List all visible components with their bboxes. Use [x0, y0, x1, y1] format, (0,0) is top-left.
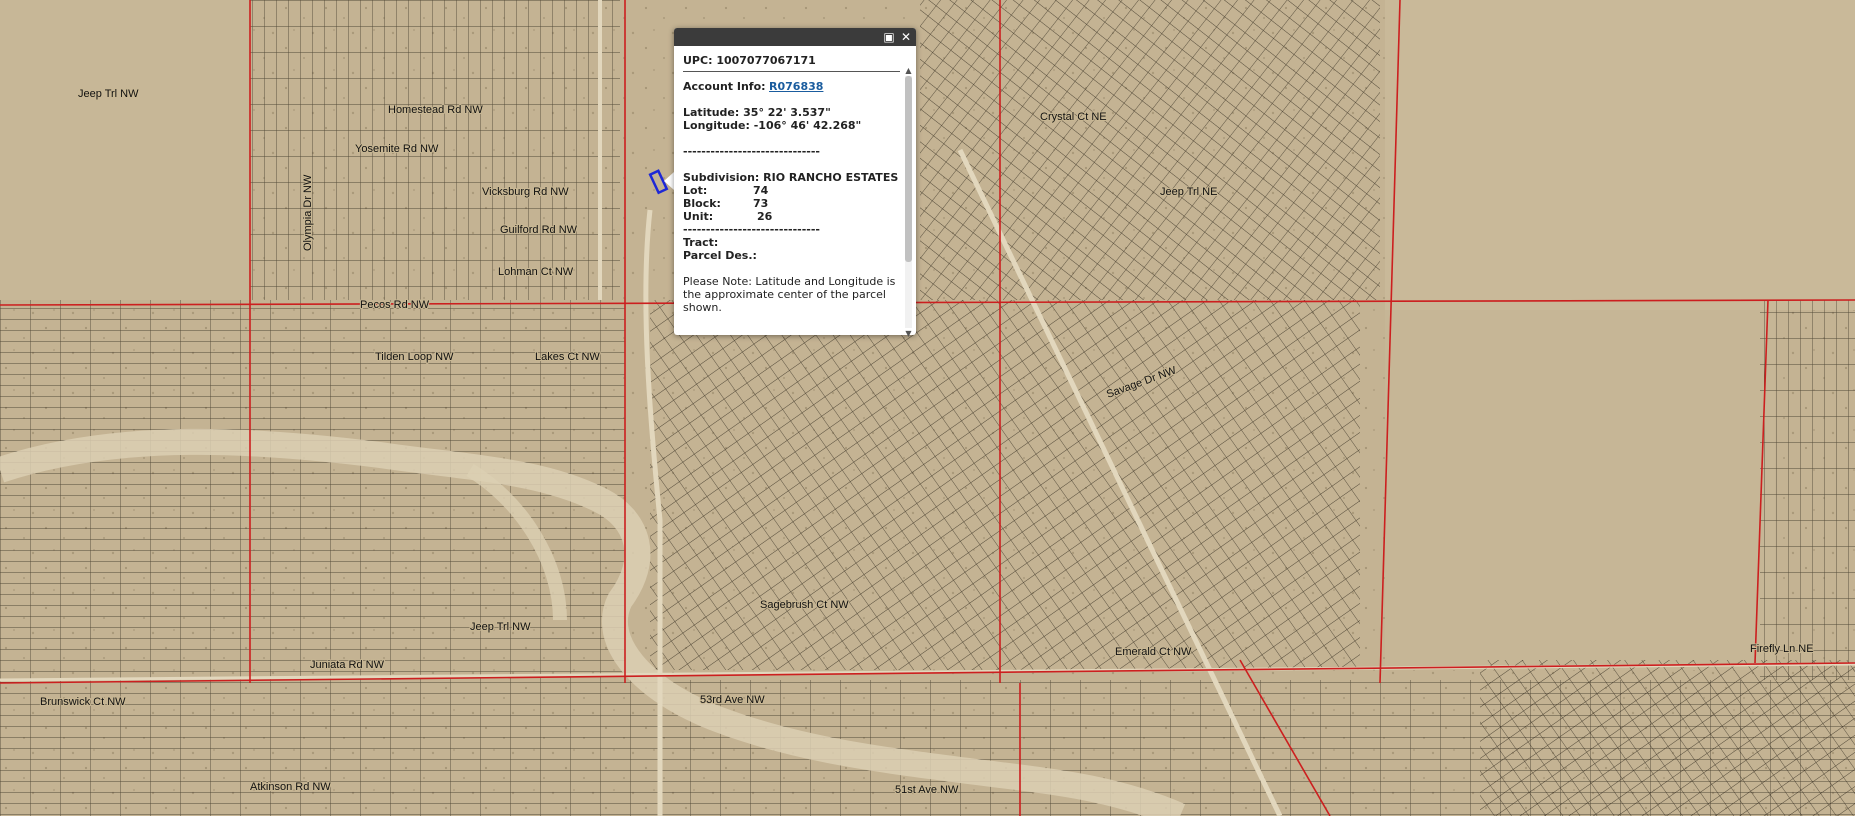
divider-2: ------------------------------ — [683, 223, 820, 236]
subdivision-label: Subdivision: — [683, 171, 760, 184]
street-label: Sagebrush Ct NW — [760, 599, 849, 611]
account-label: Account Info: — [683, 80, 766, 93]
latitude-row: Latitude: 35° 22' 3.537" — [683, 106, 900, 119]
account-row: Account Info: R076838 — [683, 80, 900, 93]
street-label: Jeep Trl NW — [470, 621, 531, 633]
street-label: Pecos Rd NW — [360, 299, 430, 311]
street-label: Jeep Trl NW — [78, 88, 139, 100]
subdivision-value: RIO RANCHO ESTATES — [763, 171, 899, 184]
scroll-up-icon[interactable]: ▲ — [904, 66, 913, 75]
maximize-icon[interactable]: ▣ — [882, 30, 896, 44]
longitude-label: Longitude: — [683, 119, 750, 132]
street-label: Crystal Ct NE — [1040, 111, 1107, 123]
street-label: Brunswick Ct NW — [40, 696, 126, 708]
block-label: Block: — [683, 197, 721, 210]
unit-label: Unit: — [683, 210, 714, 223]
street-label: Guilford Rd NW — [500, 224, 578, 236]
latitude-label: Latitude: — [683, 106, 740, 119]
latitude-value: 35° 22' 3.537" — [743, 106, 831, 119]
account-link[interactable]: R076838 — [769, 80, 823, 93]
popup-scrollbar[interactable]: ▲ ▼ — [904, 66, 913, 338]
open-desert-nw — [0, 0, 250, 300]
parcel-des-label: Parcel Des.: — [683, 249, 757, 262]
street-label: Emerald Ct NW — [1115, 646, 1192, 658]
street-label: Lohman Ct NW — [498, 266, 574, 278]
lot-value: 74 — [753, 184, 769, 197]
street-label: Firefly Ln NE — [1750, 643, 1814, 655]
street-label: Vicksburg Rd NW — [482, 186, 569, 198]
scroll-down-icon[interactable]: ▼ — [904, 329, 913, 338]
popup-titlebar: ▣ ✕ — [674, 28, 916, 46]
longitude-row: Longitude: -106° 46' 42.268" — [683, 119, 900, 132]
parcel-info-popup: ▣ ✕ UPC: 1007077067171 Account Info: R07… — [674, 28, 916, 338]
parcels-southeast — [1480, 660, 1855, 816]
tract-label: Tract: — [683, 236, 719, 249]
street-label: Jeep Trl NE — [1160, 186, 1217, 198]
open-desert-east — [1385, 0, 1855, 310]
lot-block-unit: Lot: 74 Block: 73 Unit: 26 — [683, 184, 900, 223]
scroll-thumb[interactable] — [905, 76, 912, 262]
longitude-value: -106° 46' 42.268" — [753, 119, 862, 132]
street-label: Tilden Loop NW — [375, 351, 454, 363]
block-value: 73 — [753, 197, 769, 210]
upc-label: UPC: — [683, 54, 713, 67]
close-icon[interactable]: ✕ — [899, 30, 913, 44]
street-label: Homestead Rd NW — [388, 104, 483, 116]
street-label: 51st Ave NW — [895, 784, 959, 796]
street-label: Olympia Dr NW — [302, 174, 314, 251]
parcels-far-east — [1760, 300, 1855, 680]
upc-row: UPC: 1007077067171 — [683, 54, 900, 72]
open-desert-east-2 — [1385, 310, 1775, 670]
upc-value: 1007077067171 — [716, 54, 816, 67]
note-text: Please Note: Latitude and Longitude is t… — [683, 275, 896, 314]
parcels-north-central — [920, 0, 1380, 300]
street-label: Juniata Rd NW — [310, 659, 385, 671]
lot-label: Lot: — [683, 184, 708, 197]
unit-value: 26 — [757, 210, 773, 223]
street-label: Atkinson Rd NW — [250, 781, 331, 793]
scroll-track[interactable] — [905, 76, 912, 328]
street-label: Lakes Ct NW — [535, 351, 600, 363]
divider-1: ------------------------------ — [683, 145, 820, 158]
popup-content: UPC: 1007077067171 Account Info: R076838… — [683, 54, 900, 329]
popup-pointer — [664, 172, 674, 190]
street-label: Yosemite Rd NW — [355, 143, 439, 155]
parcels-central — [650, 300, 1360, 670]
parcel-map[interactable]: Jeep Trl NW Homestead Rd NW Yosemite Rd … — [0, 0, 1855, 816]
subdivision-row: Subdivision: RIO RANCHO ESTATES — [683, 171, 900, 184]
street-label: 53rd Ave NW — [700, 694, 765, 706]
